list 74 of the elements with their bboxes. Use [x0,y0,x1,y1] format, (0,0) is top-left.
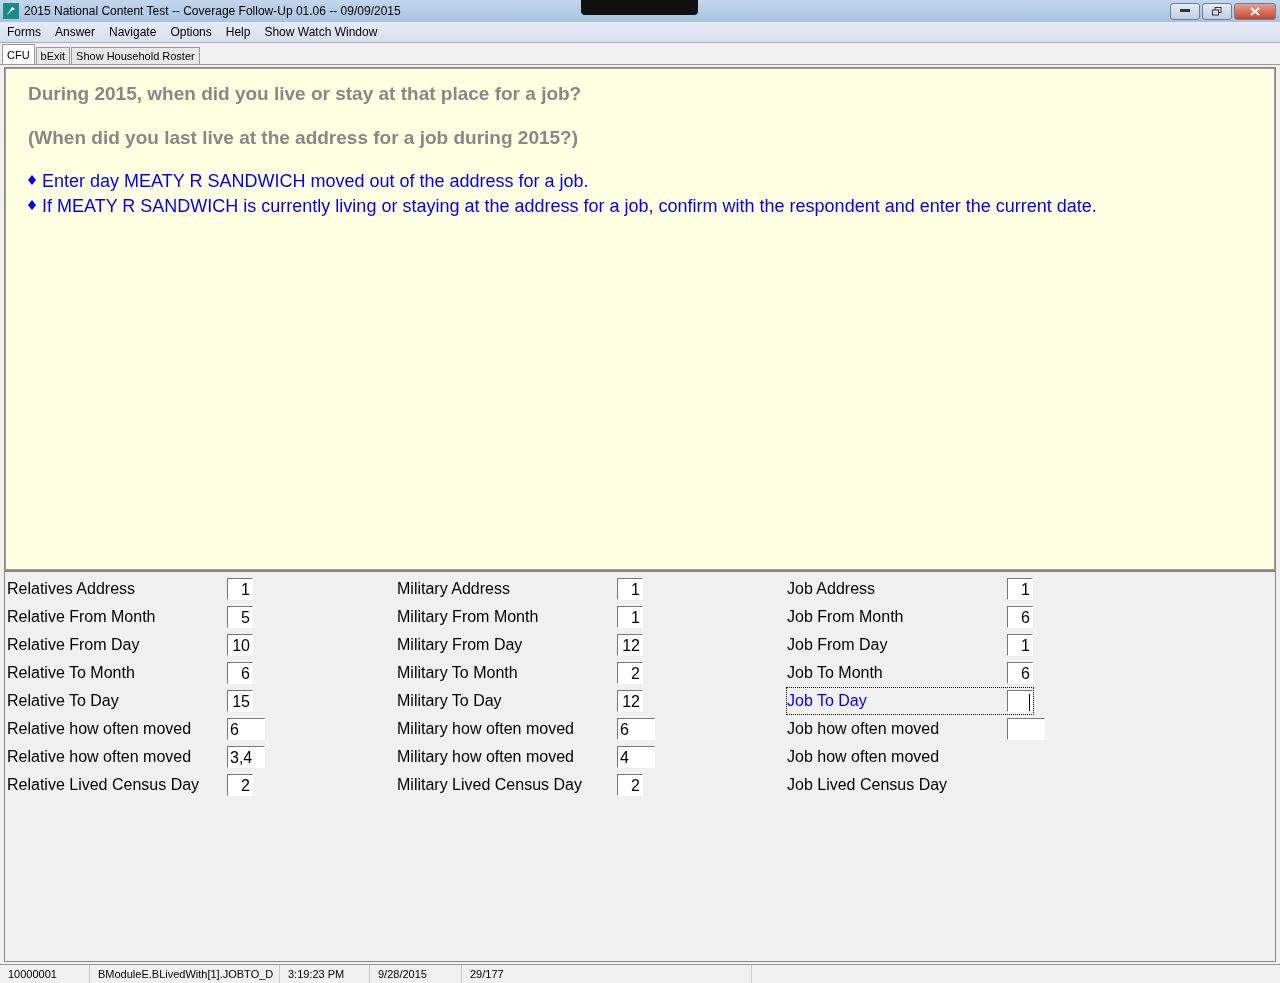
input-field[interactable]: 1 [1007,578,1033,600]
input-field[interactable]: 15 [227,690,253,712]
app-icon [3,3,19,19]
menu-item[interactable]: Options [163,25,219,39]
menu-item[interactable]: Show Watch Window [257,25,385,39]
input-field[interactable]: 5 [227,606,253,628]
field-label: Military To Day [397,692,503,710]
input-field[interactable] [1007,718,1045,740]
input-field[interactable]: 2 [617,774,643,796]
window-title: 2015 National Content Test -- Coverage Follow-Up 01.06 -- 09/09/2015 [24,4,401,18]
input-field[interactable]: 4 [617,746,655,768]
question-text: During 2015, when did you live or stay at that place for a job? [28,83,583,105]
status-text: 3:19:23 PM [280,965,370,983]
field-label: Military how often moved [397,720,575,738]
tab[interactable]: Show Household Roster [71,47,200,64]
input-field[interactable]: 1 [617,578,643,600]
input-field[interactable]: 1 [227,578,253,600]
field-label: Relative how often moved [7,720,193,738]
input-field[interactable]: 6 [1007,662,1033,684]
input-field[interactable]: 12 [617,634,643,656]
field-label: Relative To Day [7,692,120,710]
field-label: Relatives Address [7,580,137,598]
question-alternate-text: (When did you last live at the address for a job during 2015?) [28,127,580,149]
input-field[interactable] [1007,690,1033,712]
input-field[interactable]: 3,4 [227,746,265,768]
input-field[interactable]: 12 [617,690,643,712]
minimize-icon [1180,9,1190,13]
field-label: Relative To Month [7,664,136,682]
input-field[interactable]: 10 [227,634,253,656]
diamond-bullet-icon [28,175,36,185]
input-field[interactable]: 6 [617,718,655,740]
field-label: Military To Month [397,664,519,682]
field-label: Relative Lived Census Day [7,776,201,794]
field-label: Military Lived Census Day [397,776,583,794]
restore-button[interactable] [1202,2,1232,20]
minimize-button[interactable] [1170,2,1200,20]
menu-item[interactable]: Answer [48,25,102,39]
field-label: Job To Day [787,692,868,710]
menu-item[interactable]: Navigate [102,25,164,39]
field-label: Relative From Day [7,636,141,654]
instruction-text: Enter day MEATY R SANDWICH moved out of the address for a job. [42,171,589,192]
field-label: Military From Day [397,636,524,654]
field-label: Relative how often moved [7,748,193,766]
input-field[interactable]: 1 [617,606,643,628]
input-field[interactable]: 6 [1007,606,1033,628]
input-field[interactable]: 2 [617,662,643,684]
input-field[interactable]: 2 [227,774,253,796]
field-label: Job From Month [787,608,905,626]
field-label: Military Address [397,580,511,598]
tab[interactable]: CFU [2,44,35,64]
instruction-text: If MEATY R SANDWICH is currently living or staying at the address for a job, confirm with the respondent and enter the current date. [42,196,1097,217]
close-button[interactable] [1234,2,1276,20]
input-field[interactable]: 6 [227,718,265,740]
input-field[interactable]: 1 [1007,634,1033,656]
status-text: 9/28/2015 [370,965,462,983]
field-label: Job Lived Census Day [787,776,949,794]
field-label: Job From Day [787,636,889,654]
field-label: Job how often moved [787,748,941,766]
status-text: 29/177 [462,965,752,983]
field-label: Military From Month [397,608,540,626]
field-label: Job how often moved [787,720,941,738]
restore-icon [1212,6,1222,16]
field-label: Job Address [787,580,877,598]
close-icon [1250,6,1260,16]
menu-item[interactable]: Forms [0,25,48,39]
tab[interactable]: bExit [35,47,71,64]
status-text: BModuleE.BLivedWith[1].JOBTO_D [90,965,280,983]
status-text: 10000001 [0,965,90,983]
field-label: Job To Month [787,664,884,682]
field-label: Relative From Month [7,608,157,626]
field-label: Military how often moved [397,748,575,766]
diamond-bullet-icon [28,200,36,210]
menu-item[interactable]: Help [218,25,258,39]
input-field[interactable]: 6 [227,662,253,684]
